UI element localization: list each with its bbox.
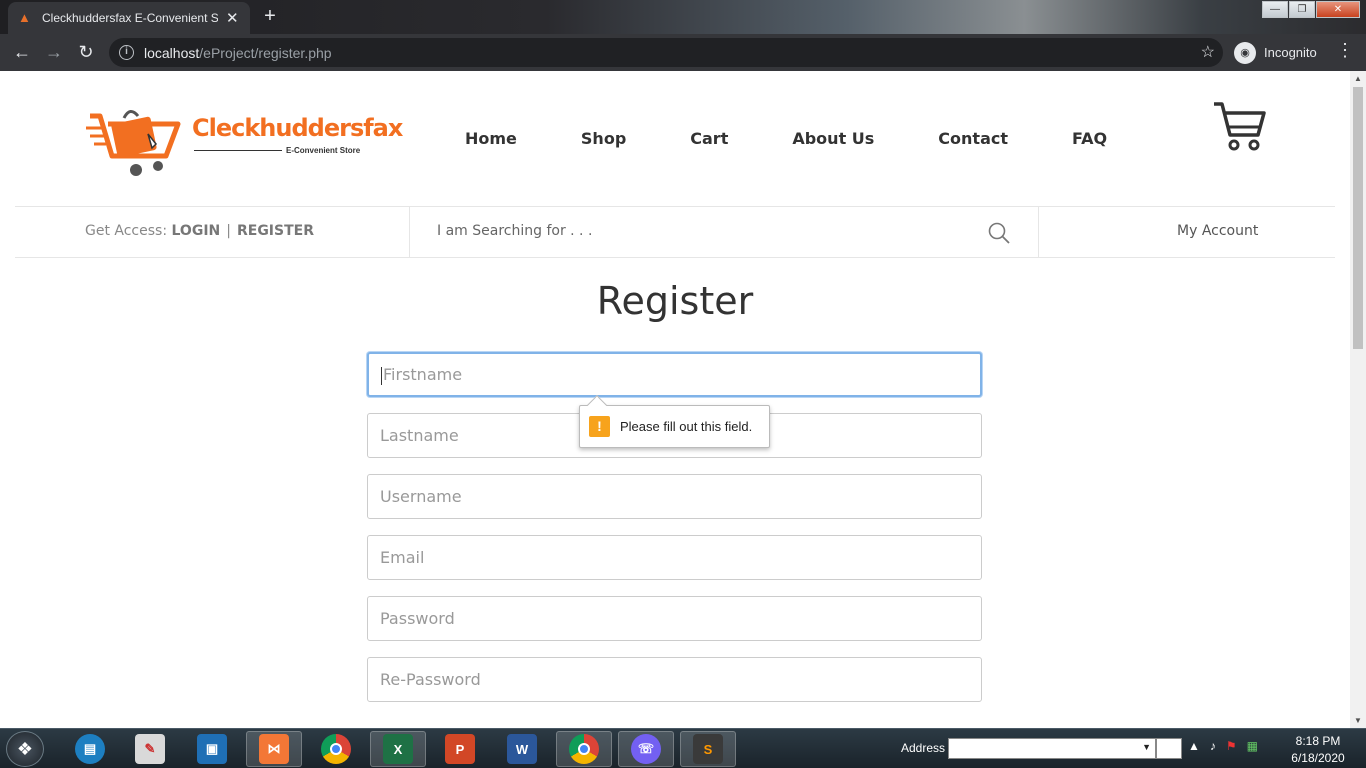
scroll-up-icon[interactable]: ▲	[1354, 74, 1362, 83]
password-placeholder: Password	[380, 609, 455, 628]
cart-button[interactable]	[1212, 101, 1268, 158]
start-button[interactable]: ❖	[6, 731, 44, 767]
scroll-down-icon[interactable]: ▼	[1354, 716, 1362, 725]
access-separator: |	[226, 223, 231, 239]
brand-tagline: E-Convenient Store	[286, 146, 361, 155]
chrome-taskbar-icon[interactable]	[308, 731, 364, 767]
nav-contact[interactable]: Contact	[938, 129, 1008, 148]
address-go-box[interactable]	[1156, 738, 1182, 759]
incognito-icon: ◉	[1234, 41, 1256, 64]
address-toolbar-input[interactable]: ▼	[948, 738, 1156, 759]
browser-menu-icon[interactable]: ⋮	[1336, 40, 1354, 61]
username-field[interactable]: Username	[367, 474, 982, 519]
tab-title: Cleckhuddersfax E-Convenient St	[42, 11, 218, 25]
address-bar[interactable]: i localhost/eProject/register.php ☆	[109, 38, 1223, 67]
warning-icon: !	[589, 416, 610, 437]
page-title: Register	[596, 279, 754, 323]
xampp-taskbar-icon[interactable]: ⋈	[246, 731, 302, 767]
forward-arrow-icon[interactable]: →	[38, 42, 70, 63]
scrollbar-thumb[interactable]	[1353, 87, 1363, 349]
email-field[interactable]: Email	[367, 535, 982, 580]
access-prefix: Get Access:	[85, 223, 168, 239]
reload-icon[interactable]: ↻	[70, 42, 102, 63]
brand-name: Cleckhuddersfax	[192, 114, 403, 142]
validation-message: Please fill out this field.	[620, 419, 753, 434]
validation-tooltip: ! Please fill out this field.	[579, 395, 770, 448]
minimize-button[interactable]: —	[1262, 1, 1288, 18]
excel-taskbar-icon[interactable]: X	[370, 731, 426, 767]
access-links: Get Access: LOGIN | REGISTER	[85, 223, 314, 239]
text-caret	[381, 366, 382, 385]
shopping-cart-icon	[1214, 102, 1266, 151]
username-placeholder: Username	[380, 487, 462, 506]
browser-tab-strip: ▲ Cleckhuddersfax E-Convenient St ✕ + — …	[0, 0, 1366, 34]
clock-date: 6/18/2020	[1291, 751, 1345, 765]
network-icon[interactable]: ▦	[1247, 739, 1258, 753]
divider	[409, 207, 410, 257]
chrome-active-taskbar-icon[interactable]	[556, 731, 612, 767]
url-text: localhost/eProject/register.php	[144, 45, 332, 61]
page-scrollbar[interactable]: ▲ ▼	[1350, 71, 1366, 728]
firstname-field[interactable]: Firstname	[367, 352, 982, 397]
clock-time: 8:18 PM	[1295, 734, 1341, 748]
site-search-input[interactable]: I am Searching for . . .	[437, 223, 592, 239]
my-account-link[interactable]: My Account	[1177, 223, 1258, 239]
nav-faq[interactable]: FAQ	[1072, 129, 1107, 148]
paint-taskbar-icon[interactable]: ✎	[122, 731, 178, 767]
email-placeholder: Email	[380, 548, 425, 567]
firstname-placeholder: Firstname	[383, 365, 463, 384]
divider	[1038, 207, 1039, 257]
new-tab-button[interactable]: +	[258, 6, 282, 28]
incognito-indicator[interactable]: ◉ Incognito	[1234, 38, 1317, 67]
bookmark-star-icon[interactable]: ☆	[1201, 42, 1215, 62]
back-arrow-icon[interactable]: ←	[6, 42, 38, 63]
system-tray: ▲ ♪ ⚑ ▦	[1188, 739, 1268, 753]
maximize-button[interactable]: ❐	[1289, 1, 1315, 18]
password-field[interactable]: Password	[367, 596, 982, 641]
url-host: localhost	[144, 44, 200, 61]
volume-icon[interactable]: ♪	[1210, 739, 1216, 753]
file-explorer-taskbar-icon[interactable]: ▤	[62, 731, 118, 767]
dropdown-arrow-icon[interactable]: ▼	[1142, 742, 1151, 752]
system-clock[interactable]: 8:18 PM 6/18/2020	[1288, 733, 1348, 767]
search-icon[interactable]	[987, 221, 1011, 250]
show-hidden-icons-icon[interactable]: ▲	[1188, 739, 1200, 753]
tooltip-arrow	[587, 395, 607, 415]
web-page: Cleckhuddersfax E-Convenient Store Home …	[0, 71, 1350, 728]
incognito-label: Incognito	[1264, 45, 1317, 60]
main-navigation: Home Shop Cart About Us Contact FAQ	[465, 129, 1171, 148]
re-password-placeholder: Re-Password	[380, 670, 481, 689]
register-link[interactable]: REGISTER	[237, 223, 314, 239]
window-close-button[interactable]: ✕	[1316, 1, 1360, 18]
utility-bar: Get Access: LOGIN | REGISTER I am Searchin…	[15, 206, 1335, 258]
lastname-placeholder: Lastname	[380, 426, 459, 445]
virtualbox-taskbar-icon[interactable]: ▣	[184, 731, 240, 767]
powerpoint-taskbar-icon[interactable]: P	[432, 731, 488, 767]
cart-logo-icon	[86, 110, 181, 176]
security-shield-icon[interactable]: ⚑	[1226, 739, 1237, 753]
nav-shop[interactable]: Shop	[581, 129, 626, 148]
address-toolbar-label: Address	[901, 741, 946, 755]
re-password-field[interactable]: Re-Password	[367, 657, 982, 702]
sublime-text-taskbar-icon[interactable]: S	[680, 731, 736, 767]
nav-cart[interactable]: Cart	[690, 129, 728, 148]
tab-close-icon[interactable]: ✕	[226, 9, 239, 27]
windows-taskbar: ❖ ▤ ✎ ▣ ⋈ X P W ☏ S Address ▼ ▲ ♪ ⚑ ▦ 8:…	[0, 728, 1366, 768]
viber-taskbar-icon[interactable]: ☏	[618, 731, 674, 767]
browser-tab[interactable]: ▲ Cleckhuddersfax E-Convenient St ✕	[8, 2, 250, 34]
site-info-icon[interactable]: i	[119, 45, 134, 60]
nav-home[interactable]: Home	[465, 129, 517, 148]
site-favicon-icon: ▲	[18, 10, 31, 25]
url-path: /eProject/register.php	[199, 44, 332, 61]
window-controls: — ❐ ✕	[1261, 1, 1360, 18]
browser-toolbar: ← → ↻ i localhost/eProject/register.php …	[0, 34, 1366, 71]
tagline-rule	[194, 150, 282, 151]
nav-about-us[interactable]: About Us	[792, 129, 874, 148]
word-taskbar-icon[interactable]: W	[494, 731, 550, 767]
site-logo[interactable]: Cleckhuddersfax E-Convenient Store	[86, 104, 403, 178]
login-link[interactable]: LOGIN	[172, 223, 221, 239]
